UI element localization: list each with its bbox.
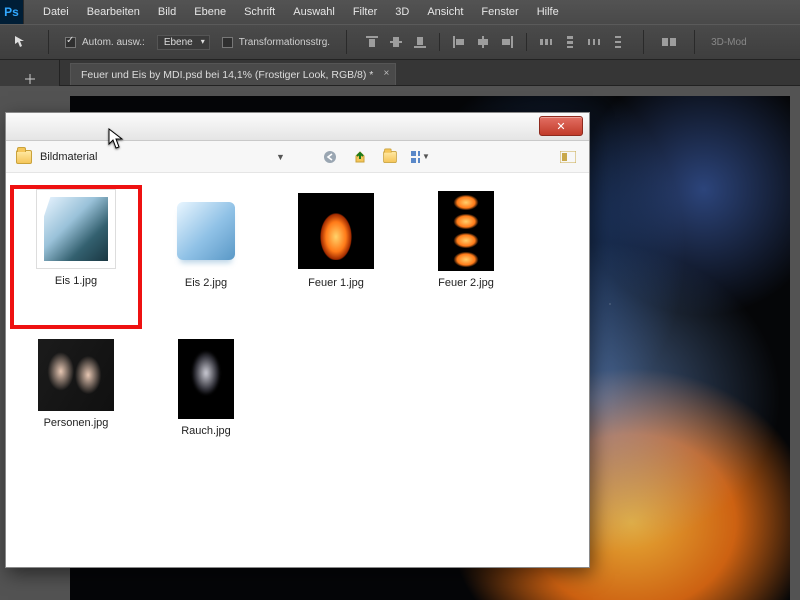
- divider: [346, 30, 347, 54]
- checkbox-icon: [222, 37, 233, 48]
- menu-auswahl[interactable]: Auswahl: [284, 0, 344, 24]
- divider: [694, 30, 695, 54]
- document-tabbar: Feuer und Eis by MDI.psd bei 14,1% (Fros…: [0, 60, 800, 86]
- file-item[interactable]: Feuer 1.jpg: [272, 187, 400, 327]
- file-name-label: Personen.jpg: [44, 417, 109, 429]
- divider: [48, 30, 49, 54]
- menu-bild[interactable]: Bild: [149, 0, 185, 24]
- menu-datei[interactable]: Datei: [34, 0, 78, 24]
- file-item[interactable]: Personen.jpg: [12, 335, 140, 475]
- close-icon[interactable]: ×: [384, 68, 390, 79]
- three-d-mode-label[interactable]: 3D-Mod: [711, 37, 747, 48]
- document-tab[interactable]: Feuer und Eis by MDI.psd bei 14,1% (Fros…: [70, 63, 396, 85]
- distribute-h-icon[interactable]: [537, 33, 555, 51]
- menu-3d[interactable]: 3D: [386, 0, 418, 24]
- views-dropdown-icon[interactable]: ▼: [409, 147, 431, 167]
- auto-select-label: Autom. ausw.:: [82, 37, 145, 48]
- window-close-button[interactable]: ✕: [539, 116, 583, 136]
- new-folder-icon[interactable]: [379, 147, 401, 167]
- file-name-label: Rauch.jpg: [181, 425, 231, 437]
- folder-icon: [16, 150, 32, 164]
- dialog-toolbar: ▼ ▼: [6, 141, 589, 173]
- align-button-group: [363, 33, 627, 51]
- file-item[interactable]: Eis 1.jpg: [12, 187, 140, 327]
- auto-select-checkbox[interactable]: Autom. ausw.:: [65, 37, 145, 48]
- file-item[interactable]: Rauch.jpg: [142, 335, 270, 475]
- file-item[interactable]: Feuer 2.jpg: [402, 187, 530, 327]
- file-open-dialog: ✕ ▼ ▼ Eis 1.jpg Eis 2.jpg Feuer 1.jpg Feuer…: [5, 112, 590, 568]
- app-menubar: Ps DateiBearbeitenBildEbeneSchriftAuswah…: [0, 0, 800, 24]
- preview-toggle-icon[interactable]: [557, 147, 579, 167]
- menu-filter[interactable]: Filter: [344, 0, 386, 24]
- file-name-label: Feuer 1.jpg: [308, 277, 364, 289]
- menu-fenster[interactable]: Fenster: [472, 0, 527, 24]
- align-top-icon[interactable]: [363, 33, 381, 51]
- target-layer-dropdown[interactable]: Ebene: [157, 35, 210, 50]
- menu-schrift[interactable]: Schrift: [235, 0, 284, 24]
- align-hcenter-icon[interactable]: [474, 33, 492, 51]
- distribute-v-icon[interactable]: [561, 33, 579, 51]
- back-icon[interactable]: [319, 147, 341, 167]
- dialog-titlebar[interactable]: ✕: [6, 113, 589, 141]
- divider: [439, 33, 440, 51]
- file-item[interactable]: Eis 2.jpg: [142, 187, 270, 327]
- menu-bearbeiten[interactable]: Bearbeiten: [78, 0, 149, 24]
- checkbox-icon: [65, 37, 76, 48]
- transform-controls-checkbox[interactable]: Transformationsstrg.: [222, 37, 330, 48]
- file-name-label: Feuer 2.jpg: [438, 277, 494, 289]
- folder-path-input[interactable]: [40, 147, 270, 167]
- app-logo: Ps: [0, 0, 24, 24]
- options-bar: Autom. ausw.: Ebene Transformationsstrg.…: [0, 24, 800, 60]
- transform-controls-label: Transformationsstrg.: [239, 37, 330, 48]
- file-name-label: Eis 2.jpg: [185, 277, 227, 289]
- align-vcenter-icon[interactable]: [387, 33, 405, 51]
- menu-hilfe[interactable]: Hilfe: [528, 0, 568, 24]
- file-name-label: Eis 1.jpg: [55, 275, 97, 287]
- divider: [643, 30, 644, 54]
- align-left-icon[interactable]: [450, 33, 468, 51]
- auto-align-icon[interactable]: [660, 33, 678, 51]
- move-tool-icon[interactable]: [10, 31, 32, 53]
- chevron-down-icon[interactable]: ▼: [276, 152, 285, 162]
- document-tab-title: Feuer und Eis by MDI.psd bei 14,1% (Fros…: [81, 69, 373, 81]
- divider: [526, 33, 527, 51]
- distribute-spacing-v-icon[interactable]: [609, 33, 627, 51]
- align-right-icon[interactable]: [498, 33, 516, 51]
- distribute-spacing-h-icon[interactable]: [585, 33, 603, 51]
- menu-ansicht[interactable]: Ansicht: [418, 0, 472, 24]
- collapse-icon[interactable]: [23, 72, 37, 86]
- file-grid[interactable]: Eis 1.jpg Eis 2.jpg Feuer 1.jpg Feuer 2.jpg…: [6, 173, 589, 489]
- align-bottom-icon[interactable]: [411, 33, 429, 51]
- menu-ebene[interactable]: Ebene: [185, 0, 235, 24]
- up-one-level-icon[interactable]: [349, 147, 371, 167]
